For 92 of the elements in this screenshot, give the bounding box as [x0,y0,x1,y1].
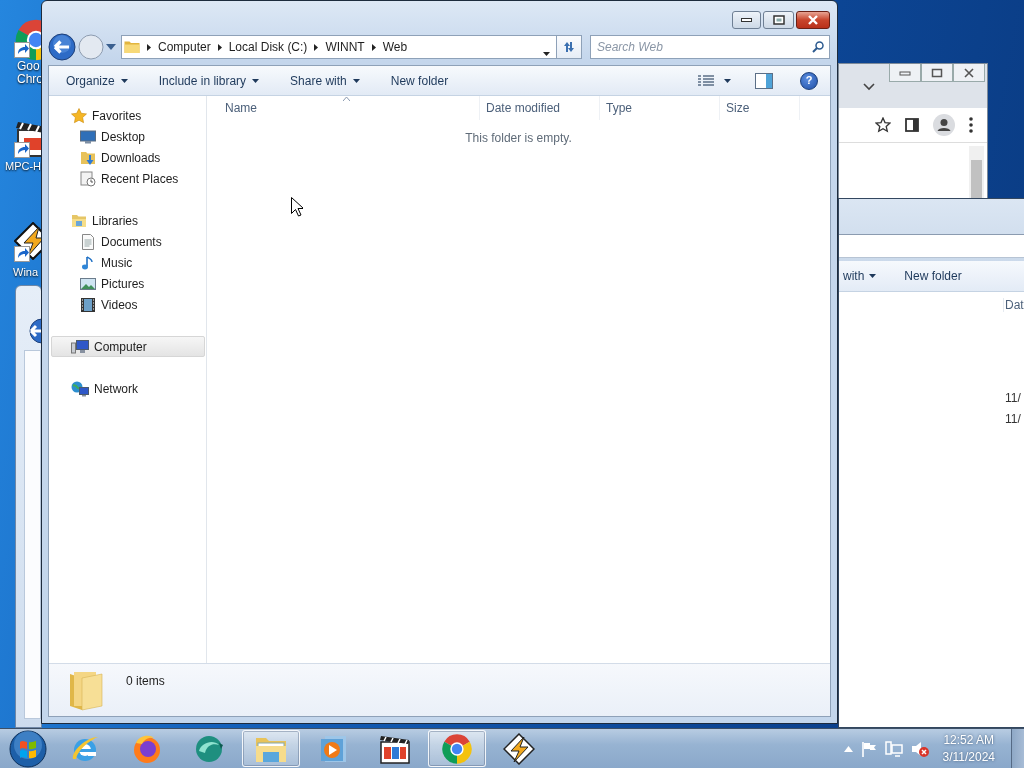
search-icon [812,41,824,53]
play-icon [318,733,348,764]
mouse-pointer-icon [291,197,303,217]
scrollbar[interactable] [969,146,984,198]
show-desktop-button[interactable] [1011,729,1024,768]
toolbar-button[interactable]: New folder [900,269,966,283]
navigation-item[interactable]: Downloads [51,147,205,168]
toolbar-button[interactable]: with [839,269,881,283]
star-icon [71,107,87,124]
network-icon [71,380,89,397]
column-header[interactable]: Size [720,96,800,120]
maximize-button[interactable] [921,64,953,82]
search-field[interactable]: Search Web [590,35,830,59]
icon-label: Goo [17,60,40,73]
library-folder-icon [71,212,87,229]
icon-label: MPC-H [5,160,42,173]
caret-icon [352,78,360,83]
chevron-down-icon[interactable] [863,83,875,91]
lightning-icon [503,732,535,765]
maximize-button[interactable] [763,11,794,29]
maximize-icon [772,15,785,25]
minimize-icon [899,69,911,76]
refresh-button[interactable] [557,35,582,59]
navigation-item[interactable]: Music [51,252,205,273]
navigation-item[interactable]: Network [51,378,205,399]
caret-icon [543,52,550,56]
toolbar-button[interactable]: Organize [60,69,134,92]
download-folder-icon [80,149,96,166]
caret-icon [252,78,260,83]
circle-logo-icon [441,732,473,765]
column-header[interactable]: Dat [1003,298,1024,312]
navigation-item[interactable]: Documents [51,231,205,252]
close-icon [963,67,975,78]
column-header[interactable]: Date modified [480,96,600,120]
toolbar-button[interactable]: Include in library [152,69,266,92]
music-note-icon [80,254,96,271]
navigation-item[interactable]: Videos [51,294,205,315]
folder-icon [124,39,140,55]
caret-icon [724,78,731,83]
more-menu-icon[interactable] [969,117,973,133]
picture-icon [80,275,96,292]
minimize-button[interactable] [732,11,761,29]
recent-pages-dropdown[interactable] [106,44,116,50]
column-header[interactable]: Name [207,96,480,120]
navigation-item[interactable]: Desktop [51,126,205,147]
monitor-icon [80,128,96,145]
breadcrumb[interactable]: WINNT [325,40,365,54]
view-options-button[interactable] [698,74,731,87]
list-view-icon [698,74,714,87]
avatar-icon[interactable] [933,114,955,136]
help-button[interactable]: ? [800,71,818,90]
speaker-muted-icon[interactable] [910,739,929,758]
chevron-right-icon [371,43,376,51]
chevron-right-icon [314,43,319,51]
navigation-item[interactable]: Recent Places [51,168,205,189]
close-button[interactable] [953,64,985,82]
navigation-item[interactable]: Libraries [51,210,205,231]
toolbar-button[interactable]: New folder [384,69,455,92]
document-icon [80,233,96,250]
chevron-right-icon [217,43,222,51]
close-icon [807,15,819,25]
minimize-icon [740,17,753,23]
close-button[interactable] [796,11,830,29]
caret-icon [869,274,877,278]
sort-caret-icon [343,97,350,101]
icon-label: Wina [13,266,39,279]
navigation-item[interactable]: Pictures [51,273,205,294]
toolbar-button[interactable]: Share with [284,69,366,92]
table-cell: 11/ [1005,412,1021,426]
navigation-item[interactable]: Favorites [51,105,205,126]
item-count: 0 items [126,674,165,688]
icon-label: Chro [17,73,43,86]
preview-pane-button[interactable] [755,72,773,89]
breadcrumb[interactable]: Computer [158,40,211,54]
computer-icon [71,338,89,355]
caret-icon [120,78,128,83]
back-button[interactable] [48,33,76,61]
address-bar[interactable]: Computer Local Disk (C:) WINNT Web [121,35,557,59]
refresh-icon [562,40,576,54]
table-cell: 11/ [1005,391,1021,405]
chevron-right-icon [147,43,151,51]
empty-folder-message: This folder is empty. [465,131,572,145]
film-icon [80,296,96,313]
navigation-item[interactable]: Computer [51,336,205,357]
maximize-icon [931,67,943,78]
start-button[interactable] [9,729,47,768]
breadcrumb[interactable]: Local Disk (C:) [228,40,308,54]
star-outline-icon[interactable] [875,117,891,133]
clock-document-icon [80,170,96,187]
side-panel-icon[interactable] [905,118,919,132]
column-header[interactable]: Type [600,96,720,120]
breadcrumb[interactable]: Web [382,40,408,54]
